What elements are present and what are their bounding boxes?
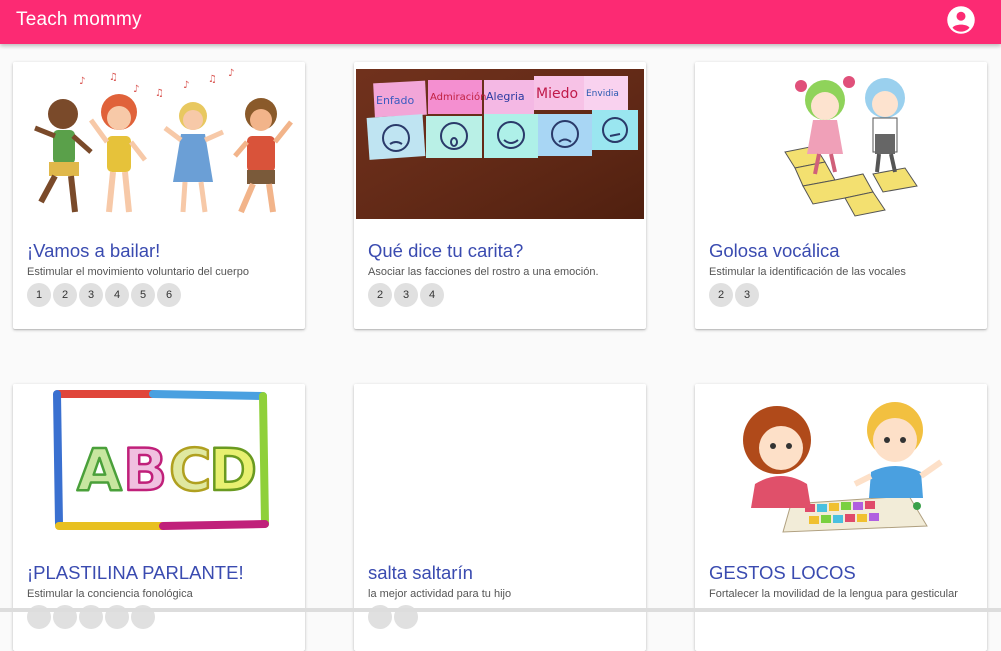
play-dough-letters-image: A B C D (13, 384, 305, 549)
age-chip[interactable]: 4 (420, 283, 444, 307)
svg-text:♪: ♪ (79, 76, 85, 87)
age-chip[interactable]: 2 (53, 283, 77, 307)
activity-card-vamos-a-bailar[interactable]: ♪ ♫ ♪ ♫ ♪ ♫ ♪ ¡Vamos a bailar! Estimular el m… (13, 62, 305, 329)
emotion-faces-photo: Enfado Admiración Alegria Miedo Envidia (356, 69, 644, 219)
card-title[interactable]: ¡Vamos a bailar! (27, 240, 160, 262)
emotion-label: Miedo (536, 86, 578, 102)
age-chip[interactable]: 2 (368, 283, 392, 307)
card-title[interactable]: Qué dice tu carita? (368, 240, 523, 262)
svg-text:♪: ♪ (133, 84, 139, 95)
svg-text:♫: ♫ (155, 88, 164, 99)
svg-text:♪: ♪ (183, 80, 189, 91)
card-subtitle: la mejor actividad para tu hijo (368, 588, 512, 600)
dancing-kids-image: ♪ ♫ ♪ ♫ ♪ ♫ ♪ (13, 62, 305, 227)
age-chip[interactable]: 3 (735, 283, 759, 307)
age-chip[interactable]: 3 (394, 283, 418, 307)
svg-text:♪: ♪ (228, 68, 234, 79)
letter-b: B (123, 436, 167, 504)
card-title[interactable]: Golosa vocálica (709, 240, 840, 262)
svg-text:♫: ♫ (109, 72, 118, 83)
letter-c: C (169, 436, 212, 504)
emotion-label: Admiración (430, 91, 487, 103)
card-title[interactable]: ¡PLASTILINA PARLANTE! (27, 562, 244, 584)
age-chip[interactable]: 1 (27, 283, 51, 307)
age-chip-list: 2 3 4 (368, 283, 444, 307)
emotion-label: Enfado (376, 94, 415, 107)
activity-card-golosa-vocalica[interactable]: Golosa vocálica Estimular la identificac… (695, 62, 987, 329)
board-game-kids-image (695, 384, 987, 549)
card-image-empty (354, 384, 646, 549)
letter-d: D (209, 436, 257, 504)
card-subtitle: Estimular la identificación de las vocal… (709, 266, 906, 278)
activity-card-que-dice-tu-carita[interactable]: Enfado Admiración Alegria Miedo Envidia … (354, 62, 646, 329)
emotion-label: Alegria (486, 90, 525, 103)
age-chip[interactable]: 4 (105, 283, 129, 307)
age-chip[interactable]: 3 (79, 283, 103, 307)
letter-a: A (77, 436, 122, 504)
age-chip[interactable]: 6 (157, 283, 181, 307)
card-subtitle: Estimular la conciencia fonológica (27, 588, 193, 600)
emotion-label: Envidia (586, 89, 619, 99)
card-subtitle: Estimular el movimiento voluntario del c… (27, 266, 249, 278)
account-circle-icon[interactable] (946, 5, 976, 35)
card-subtitle: Asociar las facciones del rostro a una e… (368, 266, 599, 278)
scroll-edge (0, 608, 1001, 612)
age-chip-list: 2 3 (709, 283, 759, 307)
age-chip-list: 1 2 3 4 5 6 (27, 283, 181, 307)
hopscotch-kids-image (695, 62, 987, 227)
top-app-bar: Teach mommy (0, 0, 1001, 44)
card-title[interactable]: salta saltarín (368, 562, 473, 584)
card-subtitle: Fortalecer la movilidad de la lengua par… (709, 588, 958, 600)
age-chip[interactable]: 2 (709, 283, 733, 307)
app-title: Teach mommy (16, 9, 142, 30)
svg-text:♫: ♫ (208, 74, 217, 85)
card-title[interactable]: GESTOS LOCOS (709, 562, 856, 584)
age-chip[interactable]: 5 (131, 283, 155, 307)
